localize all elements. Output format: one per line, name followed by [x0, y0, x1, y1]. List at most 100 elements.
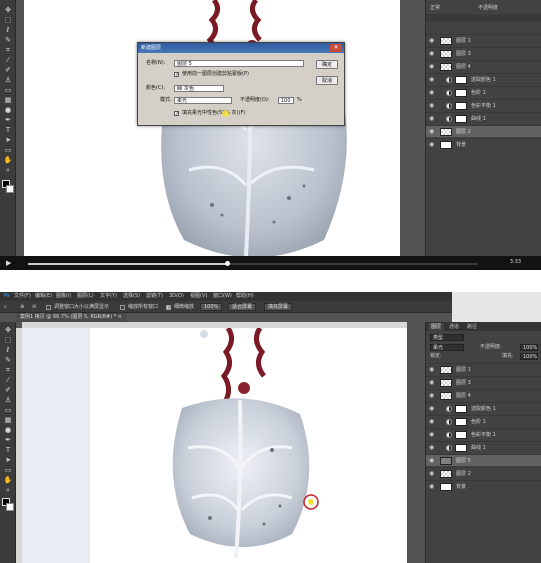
tab-channels[interactable]: 通道 [446, 323, 462, 331]
layer-row[interactable]: ◉ 图层 1 [426, 363, 541, 375]
eyedropper-icon[interactable]: ⁄ [3, 376, 13, 385]
opacity-input[interactable]: 100 [278, 97, 294, 104]
gradient-icon[interactable]: ▦ [3, 96, 13, 105]
quick-select-icon[interactable]: ✎ [3, 356, 13, 365]
zoom-in-icon[interactable]: ⊕ [20, 303, 24, 311]
ok-button[interactable]: 确定 [316, 60, 338, 69]
menu-3d[interactable]: 3D(D) [169, 292, 184, 301]
close-icon[interactable]: ✕ [330, 44, 342, 52]
video-track[interactable] [28, 261, 478, 266]
zoom-level-field[interactable]: 100% [200, 303, 223, 311]
crop-icon[interactable]: ⌗ [3, 366, 13, 375]
opacity-field[interactable]: 100% [520, 344, 538, 351]
layer-row[interactable]: ◉ 图层 4 [426, 389, 541, 401]
shape-icon[interactable]: ▭ [3, 466, 13, 475]
blur-icon[interactable]: ● [3, 106, 13, 115]
document-canvas[interactable] [24, 0, 400, 256]
eye-icon[interactable]: ◉ [429, 364, 437, 376]
pen-icon[interactable]: ✒ [3, 116, 13, 125]
layer-row[interactable]: ◉ 色彩平衡 1 [426, 99, 541, 111]
lasso-icon[interactable]: ℓ [3, 26, 13, 35]
eye-icon[interactable]: ◉ [429, 442, 437, 454]
move-icon[interactable]: ✥ [3, 326, 13, 335]
pen-icon[interactable]: ✒ [3, 436, 13, 445]
layer-row[interactable]: ◉ 曲线 1 [426, 441, 541, 453]
document-tab[interactable]: 案例1 拷贝 @ 66.7% (图层 5, RGB/8#) * × [16, 313, 126, 322]
layer-row[interactable]: ◉ 色彩平衡 1 [426, 428, 541, 440]
layer-row[interactable]: ◉ 选取颜色 1 [426, 73, 541, 85]
video-scrubber[interactable] [225, 261, 230, 266]
menu-image[interactable]: 图像(I) [56, 292, 71, 301]
eraser-icon[interactable]: ▭ [3, 86, 13, 95]
type-icon[interactable]: T [3, 126, 13, 135]
layer-row[interactable]: ◉ 图层 2 [426, 467, 541, 479]
zoom-icon[interactable]: ⌕ [3, 166, 13, 175]
eye-icon[interactable]: ◉ [429, 377, 437, 389]
blur-icon[interactable]: ● [3, 426, 13, 435]
eraser-icon[interactable]: ▭ [3, 406, 13, 415]
cancel-button[interactable]: 取消 [316, 76, 338, 85]
quick-select-icon[interactable]: ✎ [3, 36, 13, 45]
crop-icon[interactable]: ⌗ [3, 46, 13, 55]
eye-icon[interactable]: ◉ [429, 455, 437, 467]
scrubby-zoom-checkbox[interactable]: ✓ [166, 305, 171, 311]
layer-row[interactable]: ◉ 背景 [426, 480, 541, 492]
shape-icon[interactable]: ▭ [3, 146, 13, 155]
menu-edit[interactable]: 编辑(E) [35, 292, 52, 301]
layer-row[interactable]: ◉ 选取颜色 1 [426, 402, 541, 414]
marquee-icon[interactable]: ⬚ [3, 16, 13, 25]
menu-select[interactable]: 选择(S) [123, 292, 140, 301]
gradient-icon[interactable]: ▦ [3, 416, 13, 425]
hand-icon[interactable]: ✋ [3, 476, 13, 485]
zoom-out-icon[interactable]: ⊖ [32, 303, 36, 311]
fill-screen-button[interactable]: 填充屏幕 [264, 303, 293, 311]
clip-checkbox[interactable]: ✓ [174, 72, 179, 78]
hand-icon[interactable]: ✋ [3, 156, 13, 165]
tab-paths[interactable]: 路径 [464, 323, 480, 331]
layer-row[interactable]: ◉ 图层 4 [426, 60, 541, 72]
blend-mode-select[interactable]: 柔光 [430, 344, 464, 351]
layer-row[interactable]: ◉ 色阶 1 [426, 86, 541, 98]
brush-icon[interactable]: ✐ [3, 386, 13, 395]
layer-row-selected[interactable]: ◉ 图层 5 [426, 454, 541, 466]
menu-filter[interactable]: 滤镜(T) [146, 292, 163, 301]
play-icon[interactable]: ▶ [6, 259, 11, 267]
path-select-icon[interactable]: ➤ [3, 136, 13, 145]
zoom-all-checkbox[interactable] [120, 305, 125, 310]
menu-help[interactable]: 帮助(H) [236, 292, 254, 301]
path-select-icon[interactable]: ➤ [3, 456, 13, 465]
eye-icon[interactable]: ◉ [429, 61, 437, 73]
color-select[interactable]: 灰色 [174, 85, 224, 92]
layer-row[interactable]: ◉ 图层 3 [426, 47, 541, 59]
close-icon[interactable]: × [118, 314, 122, 320]
background-color-swatch[interactable] [6, 503, 14, 511]
eye-icon[interactable]: ◉ [429, 113, 437, 125]
eye-icon[interactable]: ◉ [429, 100, 437, 112]
blend-mode-label[interactable]: 正常 [430, 4, 440, 13]
menu-view[interactable]: 视图(V) [190, 292, 207, 301]
menu-type[interactable]: 文字(Y) [100, 292, 117, 301]
layer-row[interactable]: ◉ 曲线 1 [426, 112, 541, 124]
layer-row[interactable]: ◉ 色阶 1 [426, 415, 541, 427]
layer-name-input[interactable]: 图层 5 [174, 60, 304, 67]
layer-row-selected[interactable]: ◉ 图层 2 [426, 125, 541, 137]
stamp-icon[interactable]: ♙ [3, 396, 13, 405]
resize-windows-checkbox[interactable] [46, 305, 51, 310]
fill-field[interactable]: 100% [520, 353, 538, 360]
layer-row[interactable]: ◉ 背景 [426, 138, 541, 150]
zoom-tool-icon[interactable]: ⌕ [4, 303, 7, 311]
menu-file[interactable]: 文件(F) [14, 292, 31, 301]
menu-layer[interactable]: 图层(L) [77, 292, 94, 301]
move-icon[interactable]: ✥ [3, 6, 13, 15]
menu-window[interactable]: 窗口(W) [213, 292, 232, 301]
eye-icon[interactable]: ◉ [429, 403, 437, 415]
eye-icon[interactable]: ◉ [429, 390, 437, 402]
lasso-icon[interactable]: ℓ [3, 346, 13, 355]
eye-icon[interactable]: ◉ [429, 468, 437, 480]
layer-row[interactable]: ◉ 图层 1 [426, 34, 541, 46]
document-canvas[interactable] [22, 328, 407, 563]
tab-layers[interactable]: 图层 [428, 323, 445, 331]
eye-icon[interactable]: ◉ [429, 416, 437, 428]
eye-icon[interactable]: ◉ [429, 35, 437, 47]
eye-icon[interactable]: ◉ [429, 74, 437, 86]
